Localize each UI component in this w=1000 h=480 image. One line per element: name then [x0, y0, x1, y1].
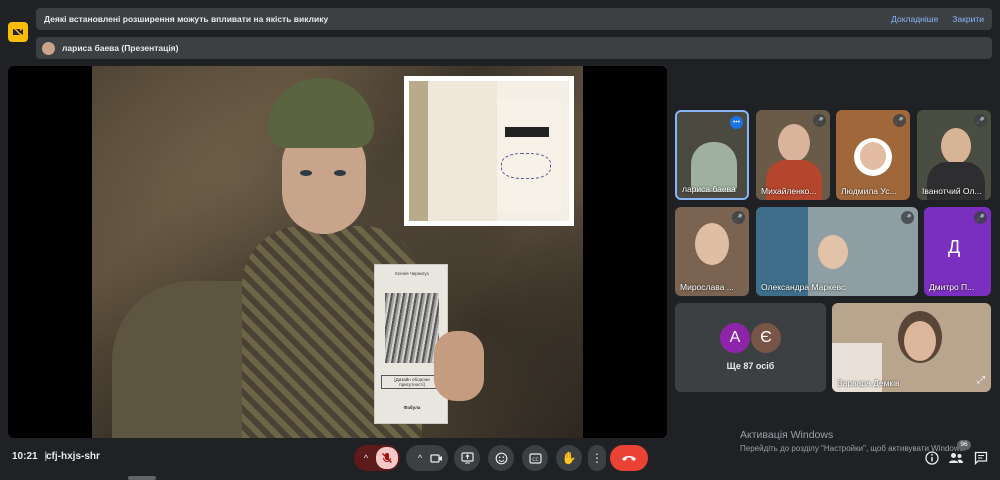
mic-off-icon: 🎤 — [893, 114, 906, 127]
participant-tile[interactable]: 🎤 Михайленко... — [756, 110, 830, 200]
camera-options-chevron-icon[interactable]: ^ — [411, 453, 429, 463]
mic-control-group: ^ — [354, 445, 400, 471]
meeting-code: cfj-hxjs-shr — [46, 451, 100, 462]
participant-tile[interactable]: 🎤 Людмила Ус... — [836, 110, 910, 200]
captions-button[interactable]: CC — [522, 445, 548, 471]
inset-signature — [501, 153, 551, 179]
meeting-info-button[interactable] — [925, 451, 939, 465]
book-publisher: Фабула — [403, 405, 421, 410]
mic-options-chevron-icon[interactable]: ^ — [356, 453, 376, 463]
presentation-photo: Ксенія Чернигуз [Дизайн оборони присутно… — [92, 66, 583, 438]
raise-hand-icon: ✋ — [561, 451, 577, 465]
mic-off-button[interactable] — [376, 447, 398, 469]
participant-tile[interactable]: ••• лариса баева — [675, 110, 749, 200]
presenter-bar[interactable]: лариса баева (Презентація) — [36, 37, 992, 59]
book-author: Ксенія Чернигуз — [395, 271, 429, 276]
leave-call-button[interactable] — [610, 445, 648, 471]
participant-tile[interactable]: 🎤 Олександра Маркевс — [756, 207, 918, 296]
info-icon — [925, 451, 939, 465]
participant-tile[interactable]: 🎤 Іванотчий Ол... — [917, 110, 991, 200]
present-button[interactable] — [454, 445, 480, 471]
details-link[interactable]: Докладніше — [891, 14, 938, 24]
participant-photo — [860, 142, 886, 170]
inset-book-page — [409, 81, 569, 221]
participant-initial: Д — [948, 237, 961, 257]
reactions-button[interactable] — [488, 445, 514, 471]
chat-button[interactable] — [974, 451, 988, 466]
people-count-badge: 96 — [957, 440, 971, 450]
mic-off-icon: 🎤 — [732, 211, 745, 224]
camera-icon — [429, 453, 442, 463]
participant-video — [695, 223, 729, 265]
svg-text:CC: CC — [532, 456, 538, 462]
clock-time: 10:21 — [12, 451, 38, 462]
eye-left — [300, 170, 312, 176]
participant-tile[interactable]: 🎤 Мирослава ... — [675, 207, 749, 296]
people-button[interactable] — [948, 451, 964, 465]
participant-name: Мирослава ... — [680, 282, 734, 292]
camera-button[interactable] — [429, 451, 443, 465]
mic-off-icon — [382, 453, 392, 463]
more-participants-tile[interactable]: А Є Ще 87 осіб — [675, 303, 826, 392]
participant-name: Олександра Маркевс — [761, 282, 846, 292]
raise-hand-button[interactable]: ✋ — [556, 445, 582, 471]
inset-title-label — [505, 127, 549, 137]
book-art — [385, 293, 439, 363]
mic-off-icon: 🎤 — [901, 211, 914, 224]
participant-name: лариса баева — [682, 184, 736, 194]
speaking-indicator-icon: ••• — [730, 116, 743, 129]
avatar-a: А — [720, 323, 750, 353]
camera-control-group: ^ — [406, 445, 448, 471]
windows-activation-title: Активація Windows — [740, 429, 834, 441]
participant-name: Дмитро П... — [929, 282, 975, 292]
eye-right — [334, 170, 346, 176]
present-screen-icon — [460, 452, 474, 464]
participant-name: Іванотчий Ол... — [922, 186, 982, 196]
close-link[interactable]: Закрити — [952, 14, 984, 24]
participant-video — [778, 124, 810, 162]
participant-name: Варвара Демків — [837, 378, 900, 388]
extension-warning-badge[interactable] — [8, 22, 28, 42]
presenter-label: лариса баева (Презентація) — [62, 43, 179, 53]
inset-photo — [404, 76, 574, 226]
more-participants-label: Ще 87 осіб — [726, 361, 775, 371]
participant-tile[interactable]: ⤢ Варвара Демків — [832, 303, 991, 392]
scroll-indicator — [128, 476, 156, 480]
participant-name: Людмила Ус... — [841, 186, 897, 196]
participant-tile[interactable]: Д 🎤 Дмитро П... — [924, 207, 991, 296]
emoji-icon — [495, 452, 507, 464]
avatar-ye: Є — [751, 323, 781, 353]
people-icon — [949, 453, 963, 463]
video-off-icon — [12, 26, 24, 38]
participant-video — [904, 321, 936, 361]
presentation-stage[interactable]: Ксенія Чернигуз [Дизайн оборони присутно… — [8, 66, 667, 438]
presenter-avatar — [42, 41, 55, 55]
pin-tile-icon[interactable]: ⤢ — [977, 375, 985, 386]
participant-video — [818, 235, 848, 269]
mic-off-icon: 🎤 — [813, 114, 826, 127]
chat-icon — [974, 451, 988, 466]
more-options-button[interactable]: ⋮ — [588, 445, 606, 471]
mic-off-icon: 🎤 — [974, 114, 987, 127]
clock: 10:21 | — [12, 451, 47, 462]
more-vert-icon: ⋮ — [591, 451, 603, 465]
person-hand — [434, 331, 484, 401]
meet-window: Деякі встановлені розширення можуть впли… — [0, 0, 1000, 480]
mic-off-icon: 🎤 — [974, 211, 987, 224]
participant-name: Михайленко... — [761, 186, 817, 196]
extension-warning-banner: Деякі встановлені розширення можуть впли… — [36, 8, 992, 30]
captions-icon: CC — [528, 452, 542, 464]
hang-up-icon — [622, 456, 636, 461]
banner-message: Деякі встановлені розширення можуть впли… — [44, 14, 329, 24]
participant-video — [941, 128, 971, 164]
